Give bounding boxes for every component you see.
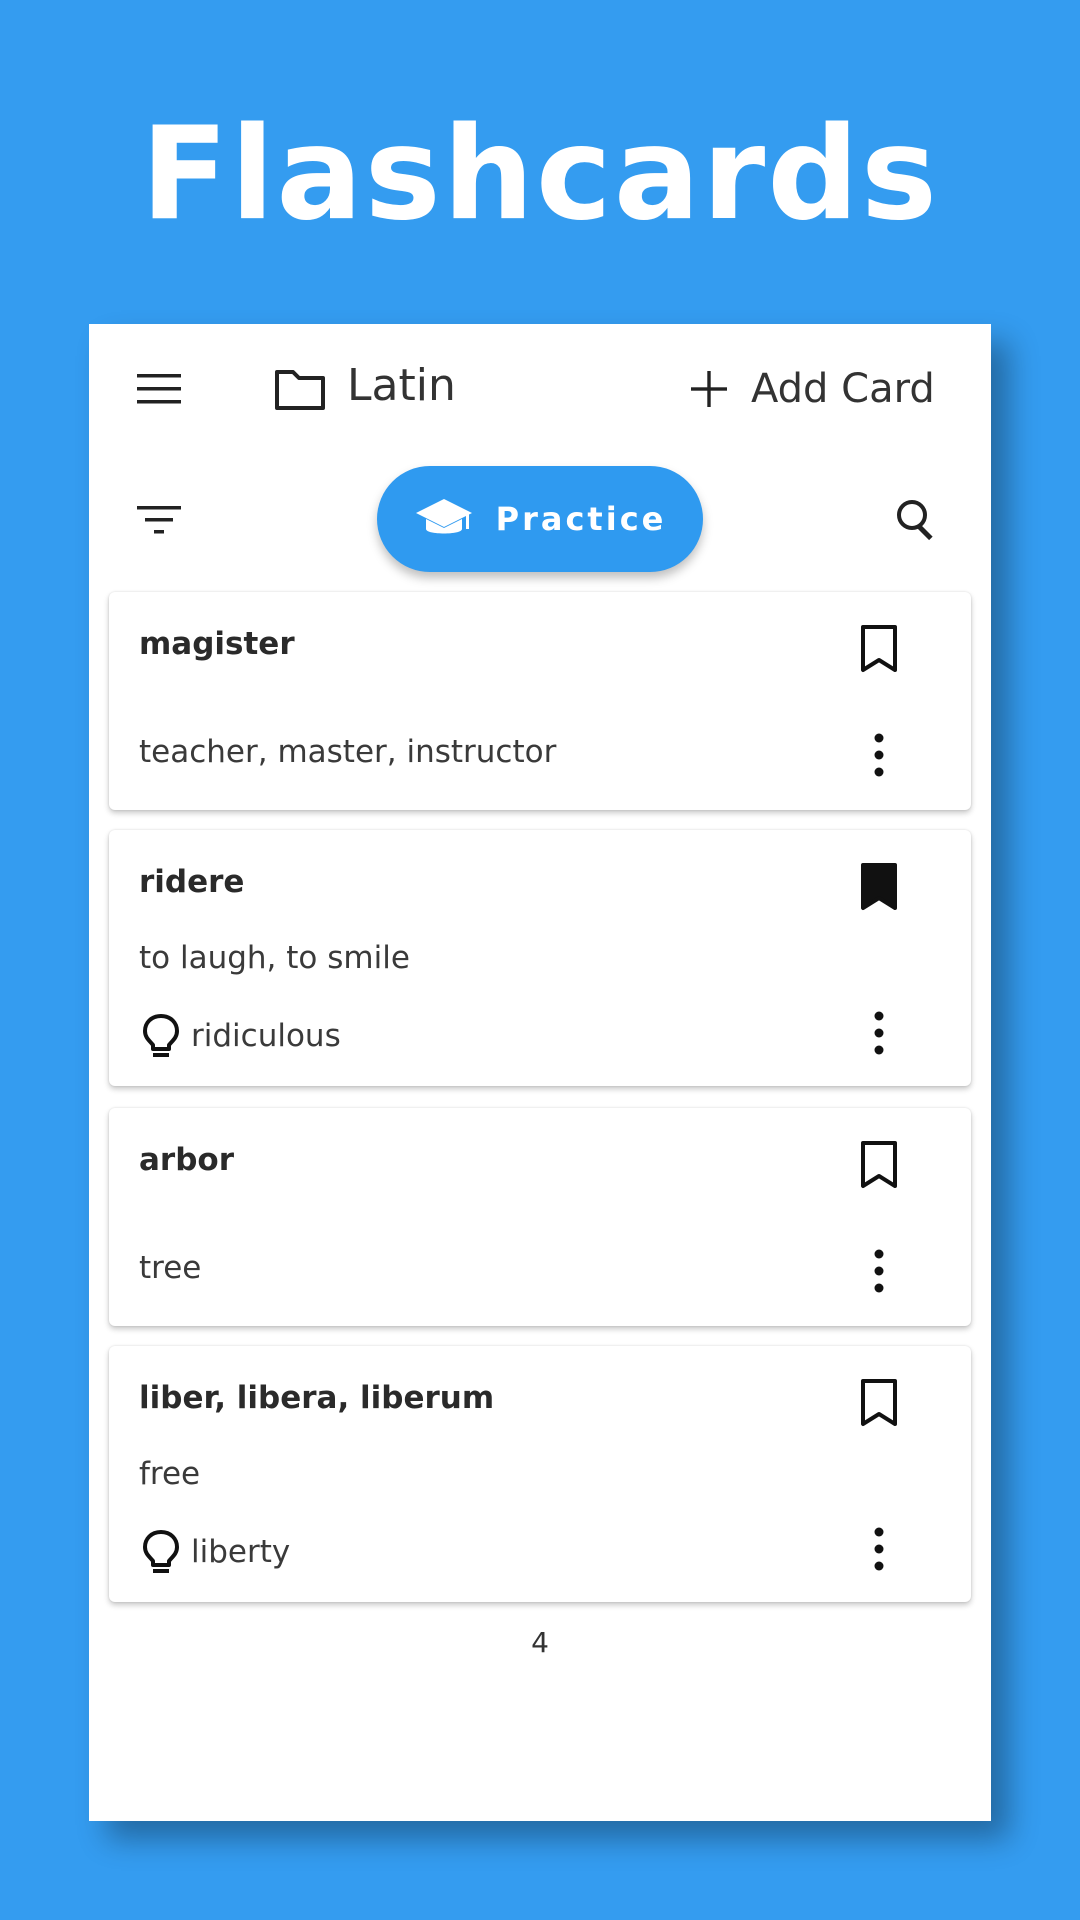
app-screen: Latin Add Card Practice magister teacher… — [89, 324, 991, 1821]
card-definition: to laugh, to smile — [139, 940, 410, 976]
practice-button[interactable]: Practice — [377, 466, 703, 572]
hint-text: liberty — [191, 1534, 291, 1570]
card-term: liber, libera, liberum — [139, 1380, 495, 1416]
menu-icon — [137, 374, 181, 404]
practice-label: Practice — [495, 500, 667, 538]
more-vert-icon[interactable] — [865, 1524, 893, 1574]
menu-button[interactable] — [131, 361, 187, 417]
search-icon — [897, 500, 933, 541]
filter-button[interactable] — [131, 492, 187, 548]
bookmark-filled-icon[interactable] — [857, 862, 901, 912]
folder-name[interactable]: Latin — [347, 360, 456, 411]
flashcard[interactable]: arbor tree — [109, 1108, 971, 1326]
card-term: arbor — [139, 1142, 234, 1178]
lightbulb-icon — [143, 1014, 179, 1057]
add-card-label: Add Card — [751, 366, 935, 412]
bookmark-outline-icon[interactable] — [857, 1140, 901, 1190]
graduation-cap-icon — [415, 499, 472, 534]
card-hint: ridiculous — [139, 1012, 341, 1060]
card-definition: free — [139, 1456, 201, 1492]
flashcard[interactable]: liber, libera, liberum free liberty — [109, 1346, 971, 1602]
plus-icon — [691, 371, 727, 407]
more-vert-icon[interactable] — [865, 1246, 893, 1296]
add-card-button[interactable]: Add Card — [689, 354, 969, 424]
folder-icon — [275, 370, 325, 410]
flashcard[interactable]: magister teacher, master, instructor — [109, 592, 971, 810]
hint-text: ridiculous — [191, 1018, 341, 1054]
top-app-bar: Latin Add Card — [89, 324, 991, 454]
card-term: magister — [139, 626, 295, 662]
flashcard[interactable]: ridere to laugh, to smile ridiculous — [109, 830, 971, 1086]
lightbulb-icon — [143, 1530, 179, 1573]
card-definition: tree — [139, 1250, 202, 1286]
card-count: 4 — [531, 1626, 549, 1659]
card-term: ridere — [139, 864, 245, 900]
more-vert-icon[interactable] — [865, 1008, 893, 1058]
filter-icon — [137, 506, 181, 534]
bookmark-outline-icon[interactable] — [857, 1378, 901, 1428]
bookmark-outline-icon[interactable] — [857, 624, 901, 674]
more-vert-icon[interactable] — [865, 730, 893, 780]
card-hint: liberty — [139, 1528, 290, 1576]
search-button[interactable] — [885, 488, 949, 552]
hero-title: Flashcards — [140, 100, 940, 249]
card-definition: teacher, master, instructor — [139, 734, 557, 770]
